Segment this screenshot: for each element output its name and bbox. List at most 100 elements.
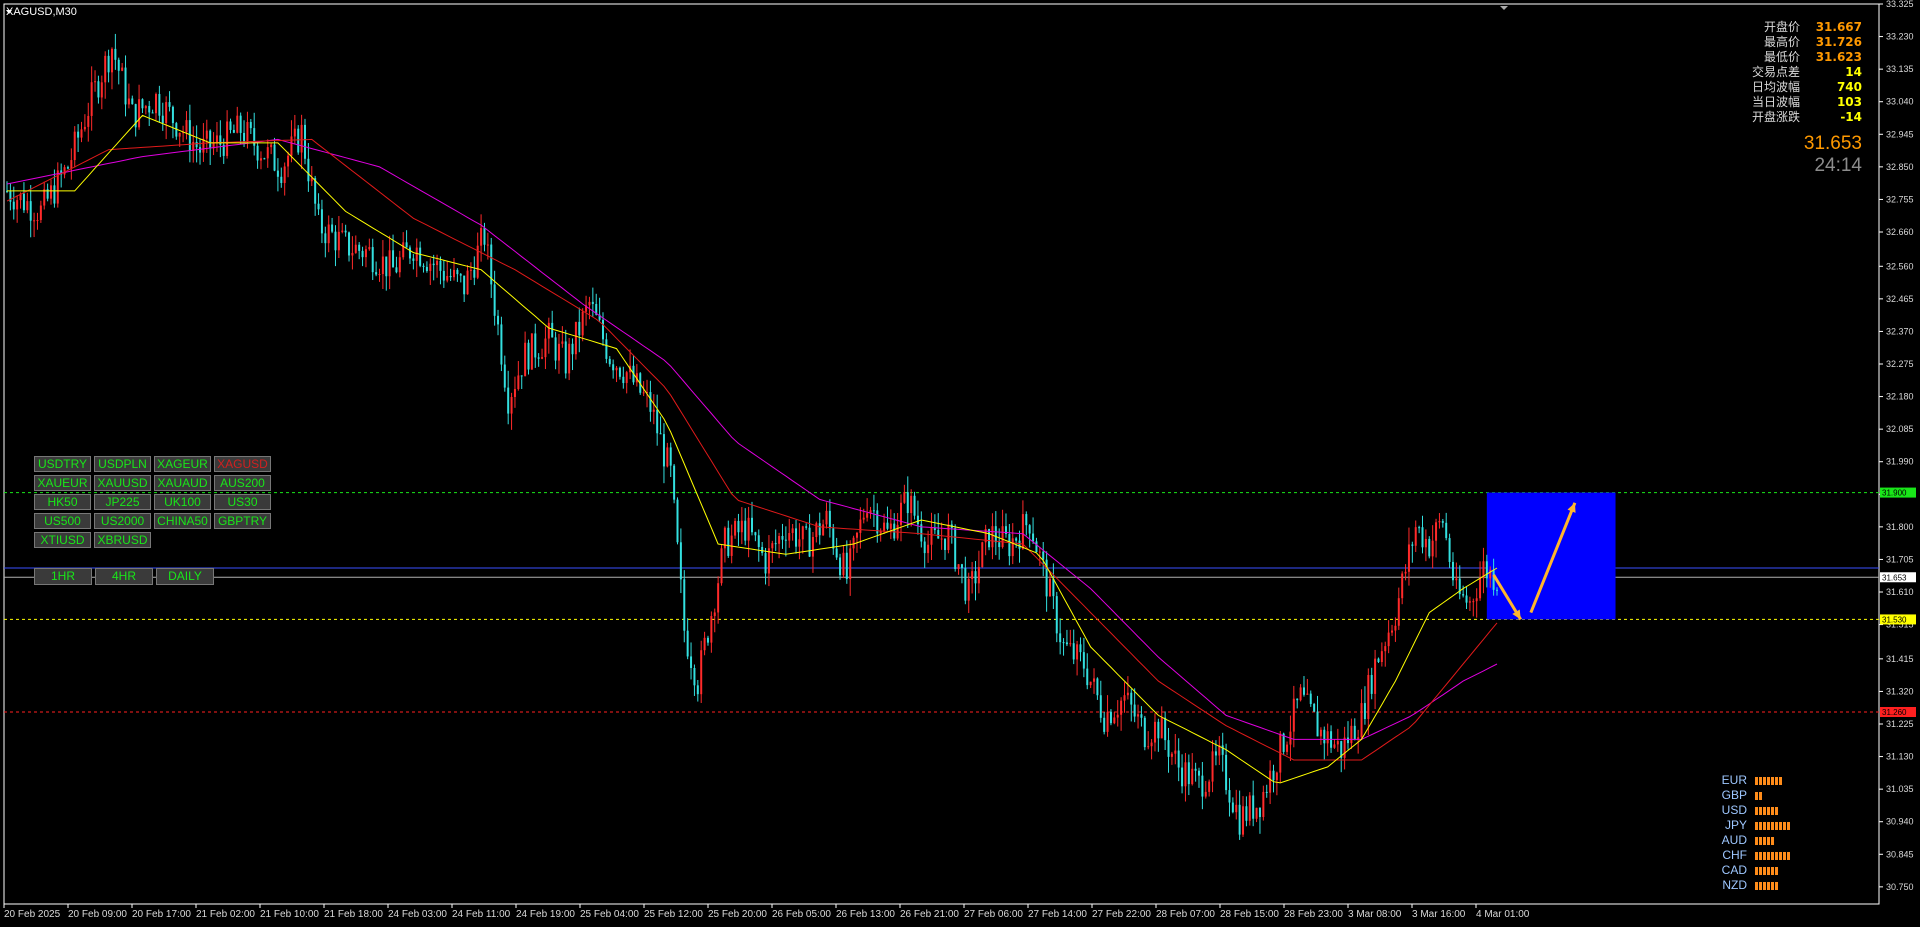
candle-body [1001,526,1004,548]
symbol-button-uk100[interactable]: UK100 [154,494,211,510]
candle-body [432,263,435,266]
x-tick-label: 20 Feb 17:00 [132,909,191,920]
symbol-button-xbrusd[interactable]: XBRUSD [94,532,151,548]
symbol-button-us2000[interactable]: US2000 [94,513,151,529]
candle-body [1160,717,1163,739]
info-panel: 开盘价 31.667 最高价 31.726 最低价 31.623 交易点差 14 日均波幅 740… [1740,20,1862,125]
candle-body [605,339,608,359]
symbol-button-aus200[interactable]: AUS200 [214,475,271,491]
candle-body [808,527,811,557]
candle-body [568,343,571,374]
candle-body [608,358,611,365]
info-label: 最低价 [1763,50,1800,64]
timeframe-button-1hr[interactable]: 1HR [34,568,92,585]
strength-bar [1759,821,1762,830]
strength-bar [1755,851,1758,860]
symbol-button-hk50[interactable]: HK50 [34,494,91,510]
candle-body [1086,668,1089,686]
candle-body [1099,695,1102,718]
candle-body [266,147,269,159]
y-tick-label: 32.945 [1886,129,1914,139]
currency-row-aud: AUD [1717,833,1790,848]
candle-body [127,98,130,105]
timeframe-button-4hr[interactable]: 4HR [95,568,153,585]
candle-body [429,263,432,271]
candle-body [659,433,662,435]
candle-body [537,357,540,359]
candle-body [199,147,202,153]
candle-body [977,567,980,584]
symbol-button-china50[interactable]: CHINA50 [154,513,211,529]
candle-body [981,542,984,568]
symbol-button-xaueur[interactable]: XAUEUR [34,475,91,491]
timeframe-button-daily[interactable]: DAILY [156,568,214,585]
candle-body [1035,541,1038,553]
candle-body [70,160,73,169]
x-tick-label: 24 Feb 19:00 [516,909,575,920]
symbol-button-xageur[interactable]: XAGEUR [154,456,211,472]
symbol-button-us30[interactable]: US30 [214,494,271,510]
candle-body [1462,594,1465,596]
candle-body [1353,725,1356,741]
candle-body [1191,768,1194,785]
candle-body [717,583,720,613]
candle-body [852,537,855,549]
strength-bar [1767,866,1770,875]
y-tick-label: 31.800 [1886,522,1914,532]
symbol-button-xagusd[interactable]: XAGUSD [214,456,271,472]
symbol-button-jp225[interactable]: JP225 [94,494,151,510]
candle-body [1096,678,1099,696]
candle-body [249,122,252,129]
info-value: 31.623 [1815,50,1862,64]
candle-body [1391,630,1394,633]
candle-body [1133,704,1136,717]
strength-bar [1767,821,1770,830]
symbol-button-usdpln[interactable]: USDPLN [94,456,151,472]
candle-body [1306,693,1309,695]
candle-body [781,536,784,540]
candle-body [527,342,530,370]
candle-body [263,158,266,160]
strength-bar [1771,866,1774,875]
candle-body [1336,741,1339,745]
symbol-button-gbptry[interactable]: GBPTRY [214,513,271,529]
candle-body [842,552,845,576]
price-chart[interactable]: 33.325 33.230 33.135 33.040 32.945 32.850 32.7… [0,0,1920,927]
symbol-button-xauaud[interactable]: XAUAUD [154,475,211,491]
strength-bar [1759,791,1762,800]
candle-body [662,434,665,467]
strength-bar [1759,836,1762,845]
candle-body [1326,731,1329,744]
candle-body [578,321,581,336]
candle-body [1093,678,1096,682]
candle-body [368,247,371,250]
candle-body [1126,692,1129,696]
candle-body [1485,561,1488,579]
candle-body [1221,745,1224,755]
candle-body [66,167,69,169]
candle-body [100,82,103,98]
currency-row-eur: EUR [1717,773,1790,788]
symbol-button-xtiusd[interactable]: XTIUSD [34,532,91,548]
symbol-button-us500[interactable]: US500 [34,513,91,529]
candle-body [158,94,161,116]
symbol-button-usdtry[interactable]: USDTRY [34,456,91,472]
candle-body [1089,681,1092,686]
candle-body [1401,573,1404,599]
candle-body [1018,540,1021,549]
x-tick-label: 20 Feb 2025 [4,909,61,920]
candle-body [642,392,645,394]
symbol-button-xauusd[interactable]: XAUUSD [94,475,151,491]
candle-body [513,389,516,397]
candle-body [669,447,672,466]
candle-body [425,266,428,271]
strength-bar [1771,776,1774,785]
candle-body [507,387,510,414]
candle-body [12,201,15,210]
candle-body [602,319,604,340]
candle-body [22,193,25,211]
candle-body [1184,762,1187,787]
info-value: 740 [1836,80,1862,94]
candle-body [822,524,825,536]
candle-body [503,364,506,388]
